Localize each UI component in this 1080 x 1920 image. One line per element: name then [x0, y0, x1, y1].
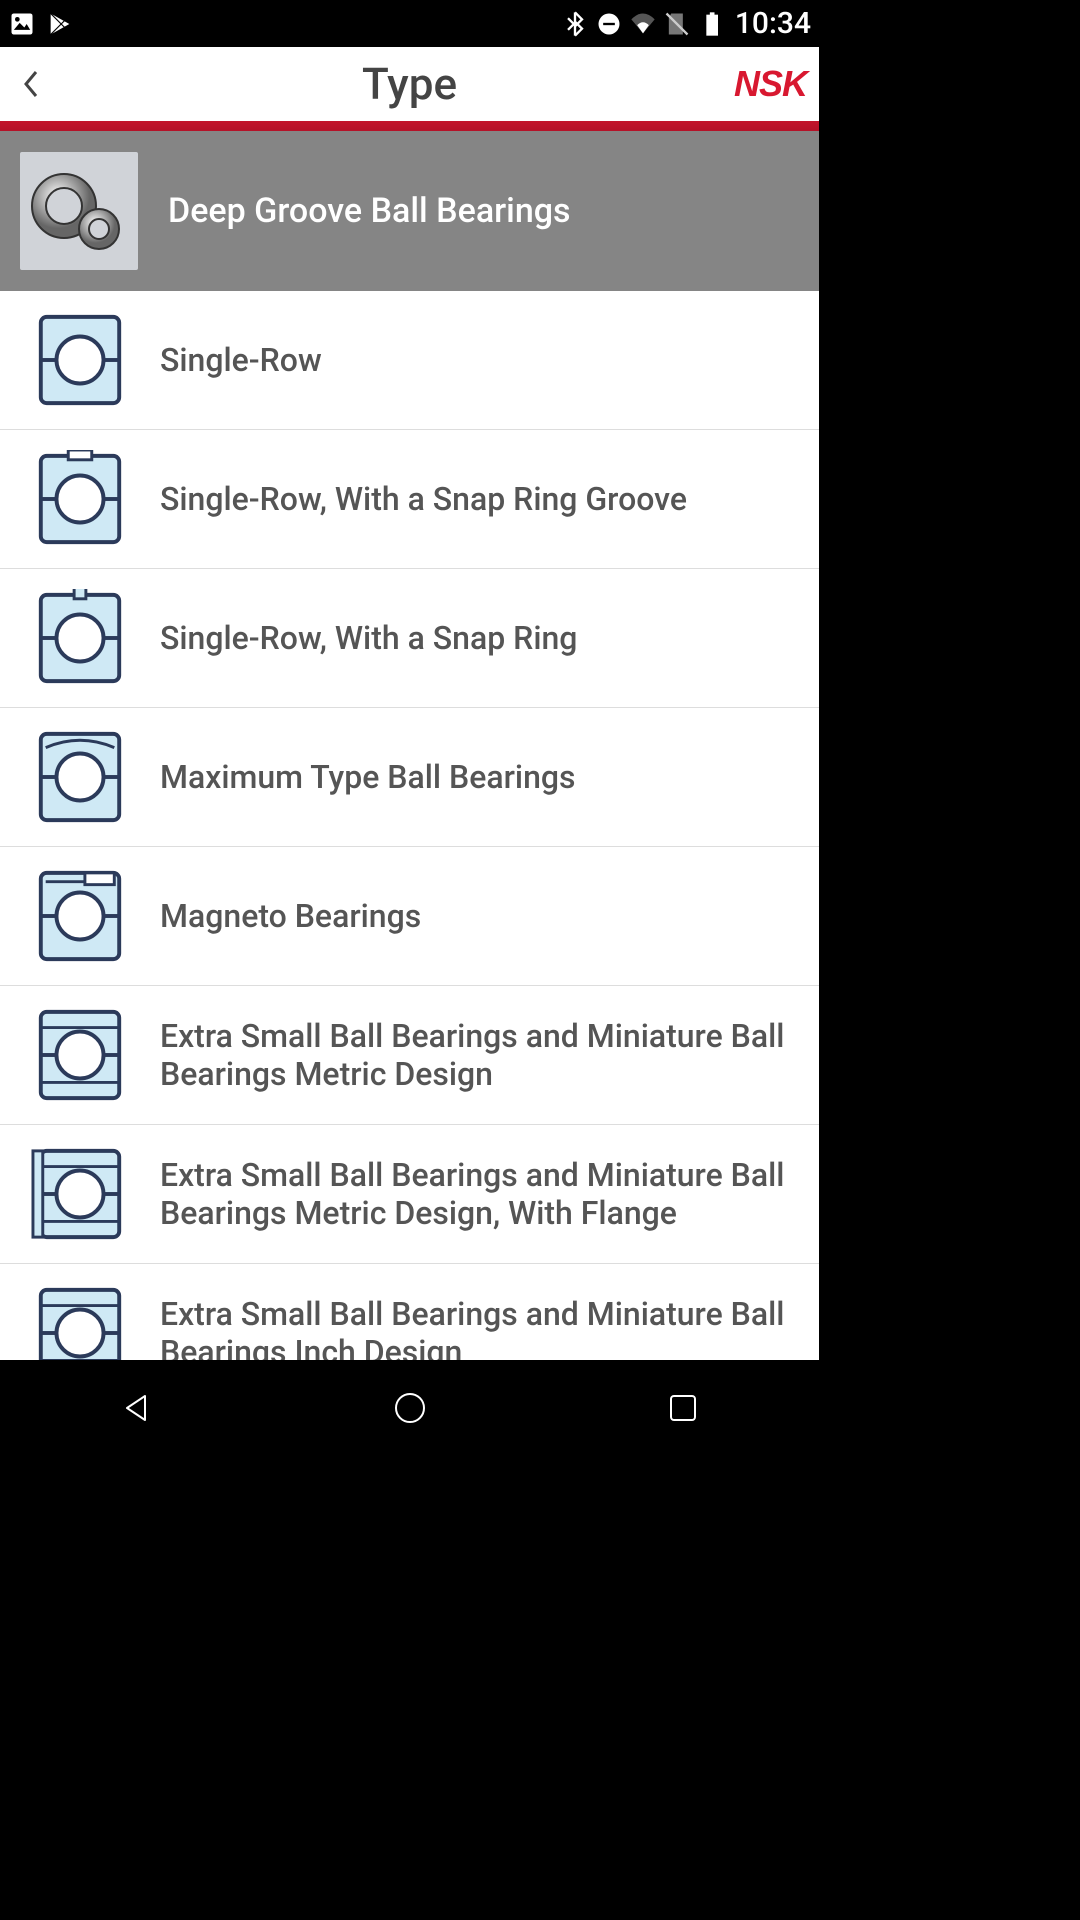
bluetooth-icon — [561, 10, 589, 38]
no-sim-icon — [663, 10, 691, 38]
square-recents-icon — [666, 1391, 700, 1425]
gallery-icon — [8, 10, 36, 38]
clock-text: 10:34 — [735, 6, 811, 41]
wifi-icon — [629, 10, 657, 38]
item-label: Extra Small Ball Bearings and Miniature … — [160, 1156, 799, 1233]
bearing-mini-inch-icon — [31, 1284, 129, 1360]
item-label: Extra Small Ball Bearings and Miniature … — [160, 1017, 799, 1094]
brand-logo: NSK — [734, 63, 807, 105]
circle-home-icon — [392, 1390, 428, 1426]
accent-bar — [0, 121, 819, 131]
dnd-icon — [595, 10, 623, 38]
item-icon-wrap — [0, 1284, 160, 1360]
category-title: Deep Groove Ball Bearings — [168, 191, 571, 231]
item-icon-wrap — [0, 1145, 160, 1243]
bearings-photo-icon — [29, 161, 129, 261]
app-header: Type NSK — [0, 47, 819, 121]
list-item[interactable]: Single-Row, With a Snap Ring — [0, 569, 819, 708]
type-list[interactable]: Single-Row Single-Row, With a Snap Ring G… — [0, 291, 819, 1360]
system-nav-bar — [0, 1360, 819, 1456]
item-label: Single-Row — [160, 341, 799, 379]
page-title: Type — [362, 58, 457, 110]
triangle-back-icon — [117, 1388, 157, 1428]
list-item[interactable]: Maximum Type Ball Bearings — [0, 708, 819, 847]
item-icon-wrap — [0, 1006, 160, 1104]
chevron-left-icon — [22, 68, 42, 100]
nav-back-button[interactable] — [97, 1378, 177, 1438]
bearing-snapring-icon — [31, 589, 129, 687]
item-icon-wrap — [0, 311, 160, 409]
bearing-plain-icon — [31, 311, 129, 409]
play-store-icon — [46, 10, 74, 38]
bearing-mini-flange-icon — [31, 1145, 129, 1243]
list-item[interactable]: Extra Small Ball Bearings and Miniature … — [0, 1125, 819, 1264]
nav-recents-button[interactable] — [643, 1378, 723, 1438]
category-thumbnail — [20, 152, 138, 270]
nav-home-button[interactable] — [370, 1378, 450, 1438]
status-bar: 10:34 — [0, 0, 819, 47]
bearing-groove-icon — [31, 450, 129, 548]
list-item[interactable]: Extra Small Ball Bearings and Miniature … — [0, 1264, 819, 1360]
category-header: Deep Groove Ball Bearings — [0, 131, 819, 291]
item-label: Magneto Bearings — [160, 897, 799, 935]
item-icon-wrap — [0, 728, 160, 826]
item-icon-wrap — [0, 867, 160, 965]
battery-icon — [697, 10, 725, 38]
item-icon-wrap — [0, 450, 160, 548]
item-icon-wrap — [0, 589, 160, 687]
item-label: Single-Row, With a Snap Ring — [160, 619, 799, 657]
item-label: Single-Row, With a Snap Ring Groove — [160, 480, 799, 518]
bearing-mini-icon — [31, 1006, 129, 1104]
bearing-magneto-icon — [31, 867, 129, 965]
list-item[interactable]: Magneto Bearings — [0, 847, 819, 986]
back-button[interactable] — [12, 64, 52, 104]
list-item[interactable]: Single-Row, With a Snap Ring Groove — [0, 430, 819, 569]
list-item[interactable]: Extra Small Ball Bearings and Miniature … — [0, 986, 819, 1125]
item-label: Extra Small Ball Bearings and Miniature … — [160, 1295, 799, 1360]
list-item[interactable]: Single-Row — [0, 291, 819, 430]
item-label: Maximum Type Ball Bearings — [160, 758, 799, 796]
bearing-max-icon — [31, 728, 129, 826]
